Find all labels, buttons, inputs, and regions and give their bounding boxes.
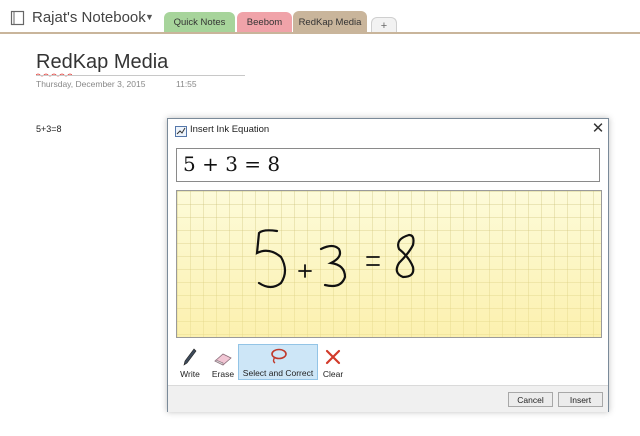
tab-label: Quick Notes bbox=[173, 17, 226, 28]
ink-equation-icon bbox=[175, 124, 187, 142]
title-underline bbox=[36, 75, 245, 76]
section-divider bbox=[0, 32, 640, 34]
tool-label: Write bbox=[180, 369, 200, 379]
tool-label: Erase bbox=[211, 369, 235, 379]
page-time: 11:55 bbox=[176, 79, 197, 89]
dialog-footer: Cancel Insert bbox=[168, 385, 608, 412]
ink-writing-area[interactable] bbox=[176, 190, 602, 338]
clear-x-icon bbox=[324, 346, 342, 366]
pen-icon bbox=[183, 346, 197, 366]
dialog-title: Insert Ink Equation bbox=[190, 124, 270, 135]
insert-ink-equation-dialog: Insert Ink Equation ✕ 5 + 3 = 8 Write Er… bbox=[167, 118, 609, 412]
equation-preview: 5 + 3 = 8 bbox=[176, 148, 600, 182]
equation-text: 5 + 3 = 8 bbox=[183, 152, 281, 176]
eraser-icon bbox=[213, 346, 233, 366]
tool-label: Select and Correct bbox=[242, 368, 314, 378]
close-icon[interactable]: ✕ bbox=[590, 121, 606, 137]
notebook-icon[interactable] bbox=[9, 10, 27, 31]
notebook-title[interactable]: Rajat's Notebook bbox=[32, 9, 146, 26]
write-tool-button[interactable]: Write bbox=[176, 344, 204, 380]
page-date: Thursday, December 3, 2015 bbox=[36, 79, 146, 89]
page-note-text[interactable]: 5+3=8 bbox=[36, 124, 62, 134]
tab-label: Beebom bbox=[246, 17, 283, 28]
tab-quick-notes[interactable]: Quick Notes bbox=[164, 12, 235, 33]
handwritten-ink bbox=[255, 229, 415, 289]
select-and-correct-tool-button[interactable]: Select and Correct bbox=[238, 344, 318, 380]
cancel-button[interactable]: Cancel bbox=[508, 392, 553, 407]
insert-button[interactable]: Insert bbox=[558, 392, 603, 407]
page-title[interactable]: RedKap Media bbox=[36, 51, 168, 74]
add-section-button[interactable]: + bbox=[371, 17, 397, 33]
clear-tool-button[interactable]: Clear bbox=[320, 344, 346, 380]
notebook-header: Rajat's Notebook ▼ Quick Notes Beebom Re… bbox=[0, 0, 640, 34]
erase-tool-button[interactable]: Erase bbox=[208, 344, 238, 380]
chevron-down-icon[interactable]: ▼ bbox=[145, 12, 154, 22]
tab-redkap-media[interactable]: RedKap Media bbox=[293, 11, 367, 33]
plus-icon: + bbox=[380, 19, 388, 32]
tab-label: RedKap Media bbox=[298, 16, 362, 28]
lasso-icon bbox=[267, 345, 289, 365]
tab-beebom[interactable]: Beebom bbox=[237, 12, 292, 33]
tool-label: Clear bbox=[322, 369, 344, 379]
